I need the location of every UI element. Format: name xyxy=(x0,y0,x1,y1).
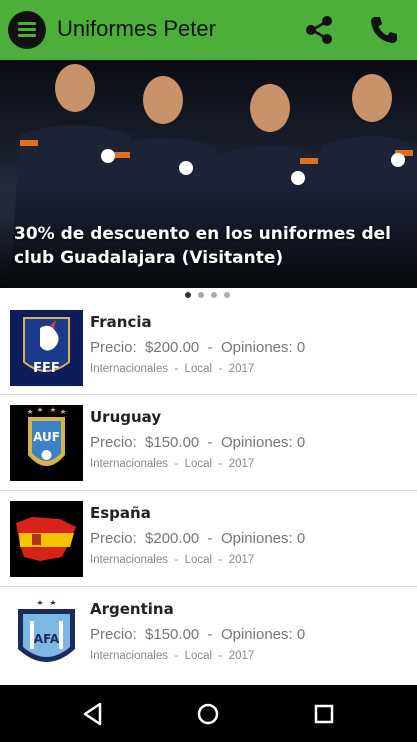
carousel-dot-active[interactable] xyxy=(185,292,191,298)
list-item[interactable]: FFF Francia Precio: $200.00 - Opiniones:… xyxy=(0,300,417,394)
product-tags: Internacionales - Local - 2017 xyxy=(90,650,254,662)
price-value: $200.00 xyxy=(145,339,200,356)
product-tags: Internacionales - Local - 2017 xyxy=(90,458,254,470)
promo-banner[interactable]: 30% de descuento en los uniformes del cl… xyxy=(0,60,417,288)
system-nav-bar xyxy=(0,685,417,742)
spain-map-icon xyxy=(10,501,83,577)
price-value: $150.00 xyxy=(145,626,200,643)
price-label: Precio: xyxy=(90,530,137,547)
separator: - xyxy=(174,363,179,375)
back-icon[interactable] xyxy=(80,701,106,727)
argentina-crest-text: AFA xyxy=(34,632,60,646)
product-price-line: Precio: $200.00 - Opiniones: 0 xyxy=(90,339,305,356)
product-name: España xyxy=(90,504,151,522)
reviews-label: Opiniones: xyxy=(220,530,293,547)
tag-category: Internacionales xyxy=(90,458,168,470)
separator: - xyxy=(207,434,213,451)
tag-year: 2017 xyxy=(228,363,255,375)
tag-type: Local xyxy=(184,554,213,566)
separator: - xyxy=(207,626,213,643)
product-price-line: Precio: $200.00 - Opiniones: 0 xyxy=(90,530,305,547)
tag-year: 2017 xyxy=(228,554,255,566)
price-value: $200.00 xyxy=(145,530,200,547)
separator: - xyxy=(218,650,223,662)
separator: - xyxy=(218,363,223,375)
list-item[interactable]: España Precio: $200.00 - Opiniones: 0 In… xyxy=(0,491,417,585)
uruguay-crest-text: AUF xyxy=(33,430,60,444)
menu-icon-line xyxy=(18,28,36,31)
product-price-line: Precio: $150.00 - Opiniones: 0 xyxy=(90,626,305,643)
menu-icon-line xyxy=(18,34,36,37)
price-label: Precio: xyxy=(90,434,137,451)
france-crest-text: FFF xyxy=(33,361,60,376)
product-name: Uruguay xyxy=(90,408,162,426)
tag-year: 2017 xyxy=(228,650,255,662)
separator: - xyxy=(218,458,223,470)
tag-category: Internacionales xyxy=(90,363,168,375)
france-crest-icon: FFF xyxy=(10,310,83,386)
reviews-count: 0 xyxy=(296,434,306,451)
menu-icon xyxy=(18,22,36,25)
carousel-dot[interactable] xyxy=(211,292,217,298)
separator: - xyxy=(218,554,223,566)
menu-button[interactable] xyxy=(8,11,46,49)
separator: - xyxy=(207,339,213,356)
tag-year: 2017 xyxy=(228,458,255,470)
reviews-label: Opiniones: xyxy=(220,339,293,356)
recents-icon[interactable] xyxy=(312,702,336,726)
price-label: Precio: xyxy=(90,339,137,356)
banner-caption: 30% de descuento en los uniformes del cl… xyxy=(14,224,391,268)
tag-category: Internacionales xyxy=(90,650,168,662)
separator: - xyxy=(207,530,213,547)
price-label: Precio: xyxy=(90,626,137,643)
app-bar: Uniformes Peter xyxy=(0,0,417,60)
home-icon[interactable] xyxy=(195,701,221,727)
reviews-count: 0 xyxy=(296,530,306,547)
product-tags: Internacionales - Local - 2017 xyxy=(90,363,254,375)
product-tags: Internacionales - Local - 2017 xyxy=(90,554,254,566)
phone-icon[interactable] xyxy=(368,14,400,46)
tag-category: Internacionales xyxy=(90,554,168,566)
carousel-dot[interactable] xyxy=(224,292,230,298)
uruguay-crest-icon: AUF xyxy=(10,405,83,481)
product-name: Argentina xyxy=(90,600,174,618)
reviews-count: 0 xyxy=(296,339,306,356)
product-price-line: Precio: $150.00 - Opiniones: 0 xyxy=(90,434,305,451)
reviews-label: Opiniones: xyxy=(220,626,293,643)
reviews-count: 0 xyxy=(296,626,306,643)
tag-type: Local xyxy=(184,458,213,470)
app-title: Uniformes Peter xyxy=(57,16,216,41)
separator: - xyxy=(174,554,179,566)
product-name: Francia xyxy=(90,313,152,331)
list-item[interactable]: AFA Argentina Precio: $150.00 - Opinione… xyxy=(0,587,417,681)
share-icon[interactable] xyxy=(303,14,335,46)
tag-type: Local xyxy=(184,650,213,662)
price-value: $150.00 xyxy=(145,434,200,451)
list-item[interactable]: AUF Uruguay Precio: $150.00 - Opiniones:… xyxy=(0,395,417,489)
separator: - xyxy=(174,650,179,662)
reviews-label: Opiniones: xyxy=(220,434,293,451)
tag-type: Local xyxy=(184,363,213,375)
separator: - xyxy=(174,458,179,470)
carousel-dot[interactable] xyxy=(198,292,204,298)
argentina-crest-icon: AFA xyxy=(10,597,83,673)
